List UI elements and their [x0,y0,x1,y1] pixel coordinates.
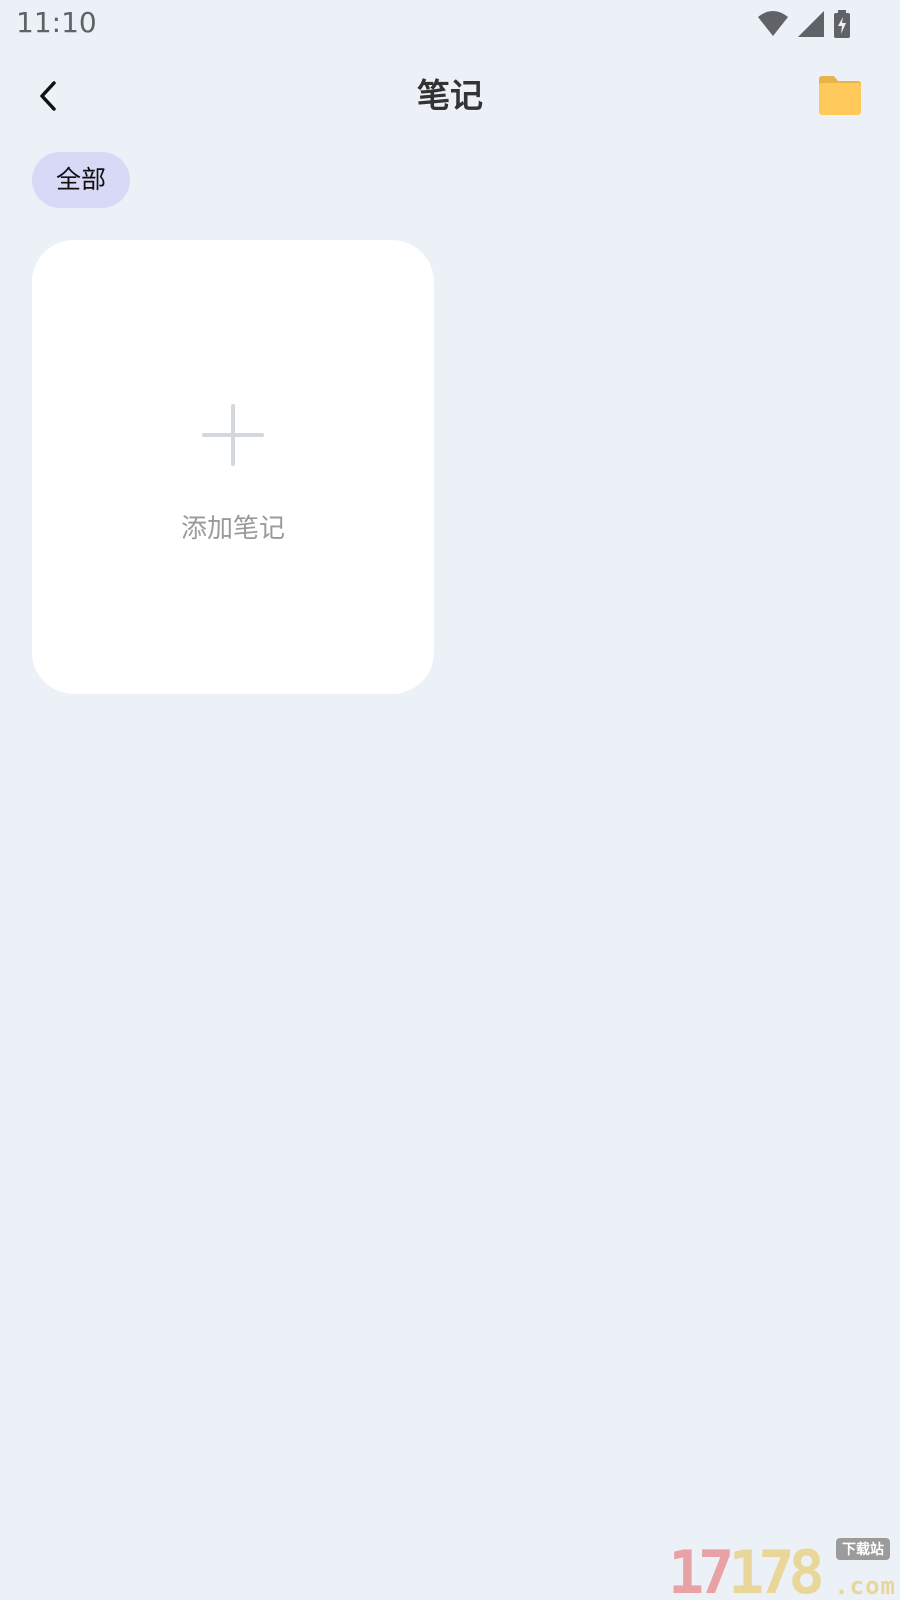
watermark-suffix: .com [834,1572,896,1600]
folder-button[interactable] [816,72,864,120]
status-icons [758,10,850,38]
watermark-logo: 17178 下载站 .com [668,1538,896,1600]
page-title: 笔记 [417,76,483,115]
watermark-digits-a: 17 [668,1538,734,1600]
status-bar: 11:10 [0,0,900,50]
category-chip-all[interactable]: 全部 [32,152,131,208]
folder-icon [819,76,861,115]
category-chips: 全部 [32,152,131,208]
plus-icon [202,404,264,466]
watermark-sub: 下载站 [836,1538,890,1560]
wifi-icon [758,11,788,36]
watermark-digits: 17178 [668,1542,825,1600]
header: 笔记 [0,60,900,132]
watermark-digits-b: 178 [728,1538,824,1600]
battery-charging-icon [834,10,850,38]
cell-signal-icon [798,11,824,37]
notes-screen: 11:10 笔记 全部 添加笔记 17178 下载站 .com [0,0,900,1600]
add-note-card[interactable]: 添加笔记 [32,240,434,694]
status-time: 11:10 [16,6,97,39]
add-note-label: 添加笔记 [180,514,285,544]
